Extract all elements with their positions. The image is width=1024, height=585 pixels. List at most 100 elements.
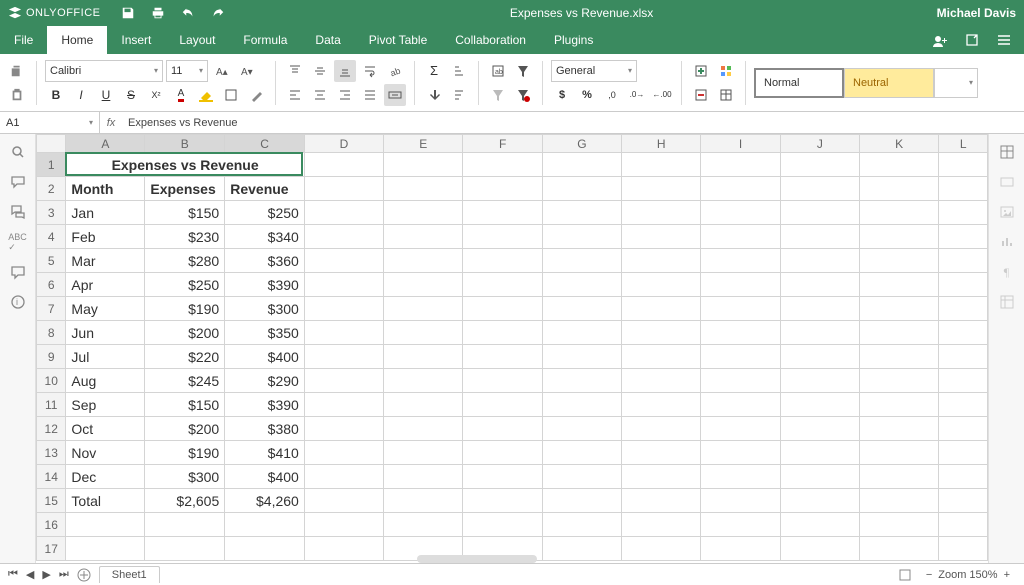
cell-K13[interactable]	[860, 441, 939, 465]
cell-F7[interactable]	[463, 297, 542, 321]
row-header-14[interactable]: 14	[37, 465, 66, 489]
cell-F16[interactable]	[463, 513, 542, 537]
cell-K3[interactable]	[860, 201, 939, 225]
row-header-11[interactable]: 11	[37, 393, 66, 417]
cell-B6[interactable]: $250	[145, 273, 225, 297]
cell-A1[interactable]: Expenses vs Revenue	[66, 153, 304, 177]
cell-G9[interactable]	[542, 345, 621, 369]
cell-J13[interactable]	[780, 441, 859, 465]
cell-I9[interactable]	[701, 345, 780, 369]
user-name[interactable]: Michael Davis	[937, 6, 1016, 20]
accounting-icon[interactable]: ,0	[601, 84, 623, 106]
cell-L16[interactable]	[939, 513, 988, 537]
name-box[interactable]: A1▾	[0, 112, 100, 133]
cell-D10[interactable]	[304, 369, 383, 393]
cell-G10[interactable]	[542, 369, 621, 393]
row-header-5[interactable]: 5	[37, 249, 66, 273]
cell-A16[interactable]	[66, 513, 145, 537]
tab-insert[interactable]: Insert	[107, 26, 165, 54]
cell-I7[interactable]	[701, 297, 780, 321]
shape-settings-icon[interactable]	[999, 174, 1015, 190]
cell-D13[interactable]	[304, 441, 383, 465]
cell-D6[interactable]	[304, 273, 383, 297]
cell-L12[interactable]	[939, 417, 988, 441]
col-header-I[interactable]: I	[701, 135, 780, 153]
cell-G8[interactable]	[542, 321, 621, 345]
row-header-9[interactable]: 9	[37, 345, 66, 369]
cell-D4[interactable]	[304, 225, 383, 249]
cell-A12[interactable]: Oct	[66, 417, 145, 441]
cell-E6[interactable]	[384, 273, 463, 297]
cell-B16[interactable]	[145, 513, 225, 537]
row-header-10[interactable]: 10	[37, 369, 66, 393]
inc-font-icon[interactable]: A▴	[211, 60, 233, 82]
row-header-4[interactable]: 4	[37, 225, 66, 249]
select-all-corner[interactable]	[37, 135, 66, 153]
cell-E16[interactable]	[384, 513, 463, 537]
col-header-J[interactable]: J	[780, 135, 859, 153]
cell-K10[interactable]	[860, 369, 939, 393]
bold-icon[interactable]: B	[45, 84, 67, 106]
cell-J16[interactable]	[780, 513, 859, 537]
chart-settings-icon[interactable]	[999, 234, 1015, 250]
dec-font-icon[interactable]: A▾	[236, 60, 258, 82]
row-header-3[interactable]: 3	[37, 201, 66, 225]
col-header-H[interactable]: H	[622, 135, 701, 153]
insert-cells-icon[interactable]	[690, 60, 712, 82]
cell-I2[interactable]	[701, 177, 780, 201]
cell-E15[interactable]	[384, 489, 463, 513]
cell-A3[interactable]: Jan	[66, 201, 145, 225]
cell-D17[interactable]	[304, 537, 383, 561]
fill-down-icon[interactable]	[423, 84, 445, 106]
borders-icon[interactable]	[220, 84, 242, 106]
cell-H15[interactable]	[622, 489, 701, 513]
cell-style-normal[interactable]: Normal	[754, 68, 844, 98]
named-range-icon[interactable]: ab	[487, 60, 509, 82]
cell-L3[interactable]	[939, 201, 988, 225]
col-header-G[interactable]: G	[542, 135, 621, 153]
cell-L9[interactable]	[939, 345, 988, 369]
image-settings-icon[interactable]	[999, 204, 1015, 220]
cell-C13[interactable]: $410	[225, 441, 305, 465]
cell-H12[interactable]	[622, 417, 701, 441]
cell-J11[interactable]	[780, 393, 859, 417]
cell-B11[interactable]: $150	[145, 393, 225, 417]
cell-F9[interactable]	[463, 345, 542, 369]
cell-C8[interactable]: $350	[225, 321, 305, 345]
cell-C4[interactable]: $340	[225, 225, 305, 249]
cell-L1[interactable]	[939, 153, 988, 177]
align-top-icon[interactable]	[284, 60, 306, 82]
cell-K15[interactable]	[860, 489, 939, 513]
cell-J8[interactable]	[780, 321, 859, 345]
cell-I6[interactable]	[701, 273, 780, 297]
cell-J14[interactable]	[780, 465, 859, 489]
cell-L14[interactable]	[939, 465, 988, 489]
font-name-select[interactable]: Calibri▾	[45, 60, 163, 82]
cell-F15[interactable]	[463, 489, 542, 513]
cell-G16[interactable]	[542, 513, 621, 537]
cell-D9[interactable]	[304, 345, 383, 369]
cell-H9[interactable]	[622, 345, 701, 369]
cell-F1[interactable]	[463, 153, 542, 177]
clear-format-icon[interactable]	[245, 84, 267, 106]
cell-H1[interactable]	[622, 153, 701, 177]
cell-H8[interactable]	[622, 321, 701, 345]
align-middle-icon[interactable]	[309, 60, 331, 82]
sum-icon[interactable]: Σ	[423, 60, 445, 82]
cell-E11[interactable]	[384, 393, 463, 417]
cell-L4[interactable]	[939, 225, 988, 249]
row-header-13[interactable]: 13	[37, 441, 66, 465]
cell-A8[interactable]: Jun	[66, 321, 145, 345]
cell-G15[interactable]	[542, 489, 621, 513]
cell-H14[interactable]	[622, 465, 701, 489]
cell-A17[interactable]	[66, 537, 145, 561]
cell-J17[interactable]	[780, 537, 859, 561]
tab-collaboration[interactable]: Collaboration	[441, 26, 540, 54]
cell-K5[interactable]	[860, 249, 939, 273]
redo-icon[interactable]	[210, 5, 226, 21]
cell-C2[interactable]: Revenue	[225, 177, 305, 201]
cell-J15[interactable]	[780, 489, 859, 513]
font-size-select[interactable]: 11▾	[166, 60, 208, 82]
cell-G14[interactable]	[542, 465, 621, 489]
cell-A7[interactable]: May	[66, 297, 145, 321]
